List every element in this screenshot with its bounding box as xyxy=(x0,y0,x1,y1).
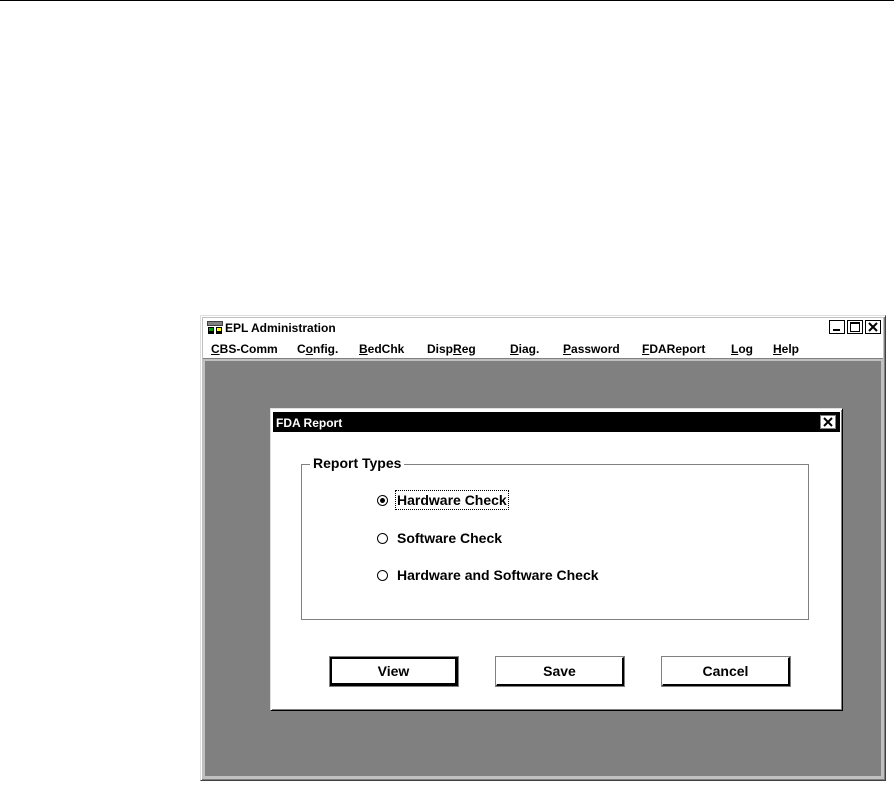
menu-help[interactable]: Help xyxy=(773,342,799,356)
app-titlebar[interactable]: EPL Administration xyxy=(203,318,883,338)
menu-bedchk[interactable]: BedChk xyxy=(359,342,404,356)
menu-password[interactable]: Password xyxy=(563,342,620,356)
radio-selected-icon[interactable] xyxy=(377,494,388,506)
minimize-icon[interactable] xyxy=(829,320,845,334)
close-icon[interactable] xyxy=(820,415,836,429)
radio-unselected-icon[interactable] xyxy=(377,569,388,581)
radio-label: Hardware and Software Check xyxy=(397,567,599,583)
cancel-button[interactable]: Cancel xyxy=(661,656,791,687)
radio-software-check[interactable]: Software Check xyxy=(377,530,502,546)
radio-hardware-and-software-check[interactable]: Hardware and Software Check xyxy=(377,567,599,583)
dialog-title: FDA Report xyxy=(276,416,343,430)
dialog-titlebar[interactable]: FDA Report xyxy=(273,412,840,432)
radio-label: Software Check xyxy=(397,530,503,546)
fda-report-dialog: FDA Report Report Types Hardware Check S… xyxy=(270,408,843,711)
menu-log[interactable]: Log xyxy=(731,342,753,356)
report-types-group: Report Types Hardware Check Software Che… xyxy=(301,455,809,620)
radio-unselected-icon[interactable] xyxy=(377,532,388,544)
menubar: CBS-Comm Config. BedChk DispReg Diag. Pa… xyxy=(203,338,883,359)
menu-fdareport[interactable]: FDAReport xyxy=(642,342,705,356)
group-label: Report Types xyxy=(310,455,405,471)
radio-hardware-check[interactable]: Hardware Check xyxy=(377,490,509,510)
app-title: EPL Administration xyxy=(225,321,336,335)
menu-config[interactable]: Config. xyxy=(297,342,338,356)
epl-app-icon xyxy=(207,321,223,334)
close-icon[interactable] xyxy=(865,320,881,334)
top-divider-line xyxy=(0,0,894,1)
menu-dispreg[interactable]: DispReg xyxy=(427,342,476,356)
radio-label: Hardware Check xyxy=(395,490,509,510)
maximize-icon[interactable] xyxy=(847,320,863,334)
save-button[interactable]: Save xyxy=(495,656,625,687)
view-button[interactable]: View xyxy=(329,656,459,687)
menu-cbs-comm[interactable]: CBS-Comm xyxy=(211,342,278,356)
menu-diag[interactable]: Diag. xyxy=(510,342,539,356)
